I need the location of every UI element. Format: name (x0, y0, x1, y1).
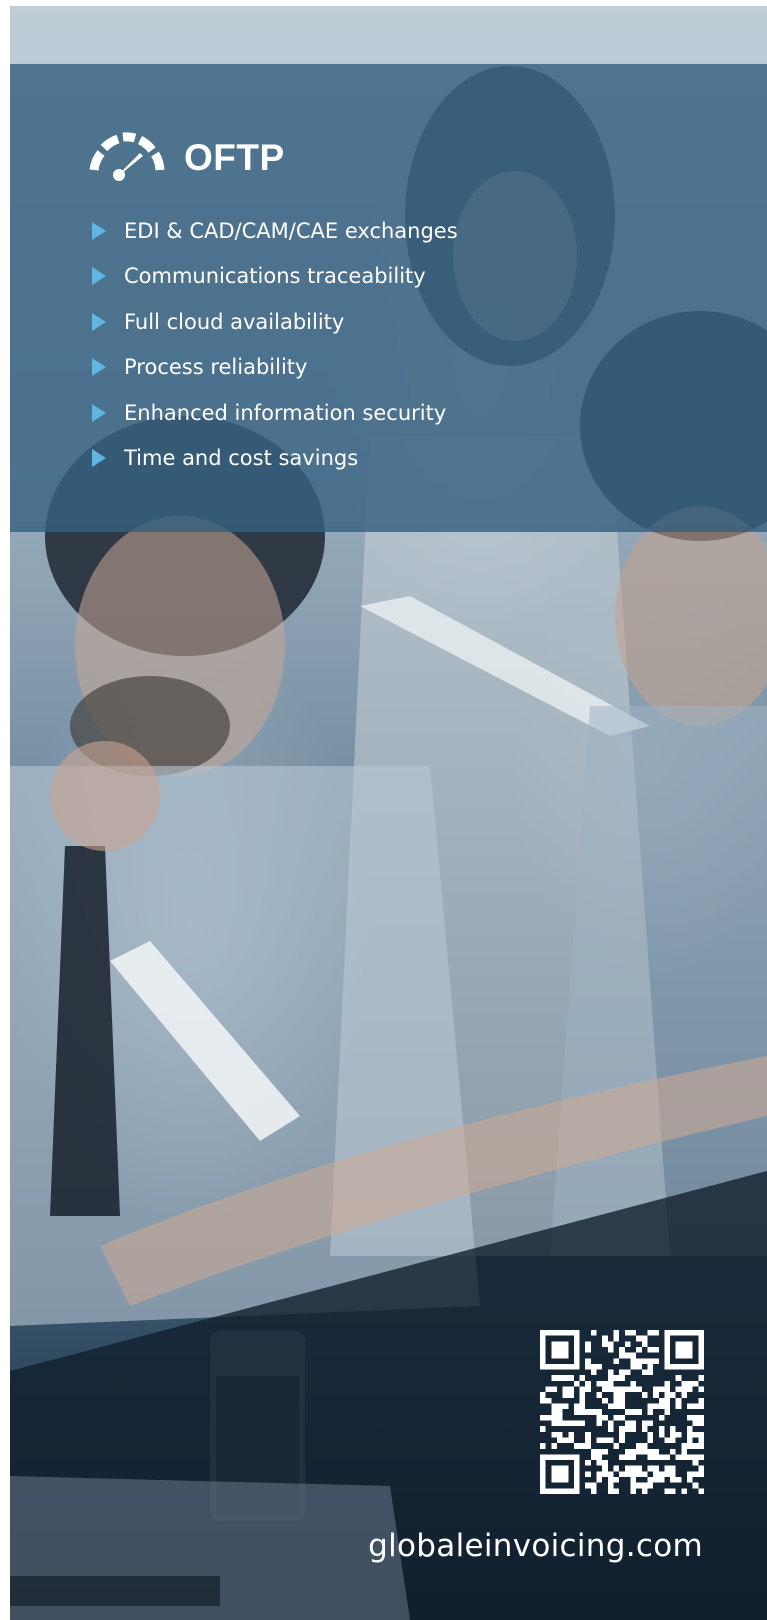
brochure-page: OFTP EDI & CAD/CAM/CAE exchanges Communi… (0, 0, 767, 1620)
list-item: Communications traceability (92, 254, 458, 300)
speedometer-icon (88, 128, 166, 187)
feature-text: Process reliability (124, 355, 308, 380)
website-link[interactable]: globaleinvoicing.com (368, 1528, 703, 1564)
list-item: Enhanced information security (92, 390, 458, 436)
list-item: Time and cost savings (92, 436, 458, 482)
triangle-bullet-icon (92, 312, 106, 331)
qr-code-icon[interactable] (540, 1330, 704, 1494)
feature-text: EDI & CAD/CAM/CAE exchanges (124, 218, 458, 243)
triangle-bullet-icon (92, 358, 106, 377)
feature-text: Communications traceability (124, 264, 426, 289)
feature-text: Time and cost savings (124, 446, 359, 471)
triangle-bullet-icon (92, 221, 106, 240)
triangle-bullet-icon (92, 267, 106, 286)
feature-text: Enhanced information security (124, 400, 447, 425)
list-item: EDI & CAD/CAM/CAE exchanges (92, 208, 458, 254)
list-item: Process reliability (92, 345, 458, 391)
triangle-bullet-icon (92, 449, 106, 468)
brand-title: OFTP (184, 136, 285, 178)
brand-header: OFTP (88, 128, 285, 187)
feature-list: EDI & CAD/CAM/CAE exchanges Communicatio… (92, 208, 458, 481)
feature-text: Full cloud availability (124, 309, 345, 334)
list-item: Full cloud availability (92, 299, 458, 345)
triangle-bullet-icon (92, 403, 106, 422)
